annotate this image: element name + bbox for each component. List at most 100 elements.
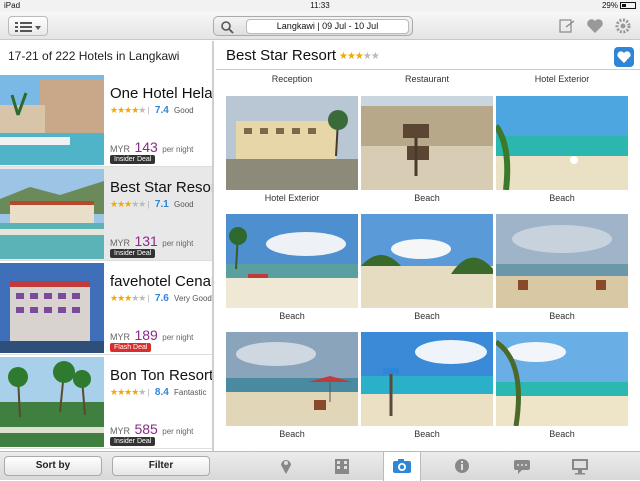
gallery-photo[interactable]: Beach <box>361 96 493 214</box>
photo-caption: Hotel Exterior <box>264 193 320 203</box>
price-currency: MYR <box>110 238 130 248</box>
gallery-top-captions: Reception Restaurant Hotel Exterior <box>216 74 640 88</box>
reviews-icon[interactable] <box>512 457 532 475</box>
price-per: per night <box>162 333 194 342</box>
hotel-list-item[interactable]: One Hotel Helang ★★★★★ | 7.4 Good MYR 14… <box>0 73 213 167</box>
results-panel: 17-21 of 222 Hotels in Langkawi One Hote… <box>0 41 214 451</box>
photo-image <box>361 96 493 190</box>
photo-image <box>226 332 358 426</box>
gallery-photo[interactable]: Beach <box>226 214 358 332</box>
search-icon[interactable] <box>220 20 234 34</box>
photo-caption: Beach <box>414 311 440 321</box>
gallery-photo[interactable]: Hotel Exterior <box>226 96 358 214</box>
settings-icon[interactable] <box>614 18 632 34</box>
building-icon[interactable] <box>332 457 352 475</box>
gallery-photo[interactable]: Beach <box>226 332 358 450</box>
review-score-text: Fantastic <box>174 388 207 397</box>
deal-badge: Insider Deal <box>110 249 156 258</box>
photo-image <box>226 96 358 190</box>
hotel-name: favehotel Cenang <box>110 273 212 290</box>
photo-caption: Beach <box>279 311 305 321</box>
review-score-text: Very Good <box>174 294 212 303</box>
sort-by-button[interactable]: Sort by <box>4 456 102 476</box>
hotel-list-item[interactable]: favehotel Cenang ★★★★★ | 7.6 Very Good M… <box>0 261 212 355</box>
gallery-photo[interactable]: Beach <box>361 332 493 450</box>
star-rating: ★★★★★ <box>110 387 146 397</box>
photo-image <box>361 332 493 426</box>
star-rating: ★★★★★ <box>110 199 146 209</box>
hotel-thumbnail <box>0 357 104 447</box>
hotel-rating: ★★★★★ | 8.4 Fantastic <box>110 387 207 398</box>
gallery-photo[interactable]: Beach <box>496 214 628 332</box>
hotel-list-item[interactable]: Bon Ton Resort ★★★★★ | 8.4 Fantastic MYR… <box>0 355 214 449</box>
hotel-rating: ★★★★★ | 7.6 Very Good <box>110 293 212 304</box>
review-score-text: Good <box>174 200 194 209</box>
price-amount: 143 <box>134 139 158 155</box>
deal-label: Flash Deal <box>114 344 148 351</box>
add-favorite-button[interactable] <box>614 47 634 67</box>
price-amount: 585 <box>134 421 158 437</box>
gallery-photo[interactable]: Beach <box>496 332 628 450</box>
deal-label: Insider Deal <box>114 438 152 445</box>
hotel-name: One Hotel Helang <box>110 85 213 102</box>
review-score-text: Good <box>174 106 194 115</box>
results-count: 17-21 of 222 Hotels in Langkawi <box>8 49 180 63</box>
deal-label: Insider Deal <box>114 250 152 257</box>
price-amount: 189 <box>134 327 158 343</box>
price-per: per night <box>162 427 194 436</box>
filter-button[interactable]: Filter <box>112 456 210 476</box>
gallery-photo[interactable]: Beach <box>496 96 628 214</box>
price-amount: 131 <box>134 233 158 249</box>
deal-label: Insider Deal <box>114 156 152 163</box>
photo-image <box>496 96 628 190</box>
camera-icon[interactable] <box>392 457 412 475</box>
menu-button[interactable] <box>8 16 48 36</box>
price-per: per night <box>162 145 194 154</box>
photo-image <box>496 332 628 426</box>
photo-caption: Beach <box>414 193 440 203</box>
review-score: 7.1 <box>154 199 169 210</box>
hotel-detail-panel: Best Star Resort ★★★★★ Reception Restaur… <box>216 41 640 451</box>
search-bar[interactable]: Langkawi | 09 Jul - 10 Jul <box>213 16 413 36</box>
photo-caption: Beach <box>414 429 440 439</box>
review-score: 7.4 <box>154 105 169 116</box>
price-per: per night <box>162 239 194 248</box>
menu-icon <box>15 22 41 32</box>
price-currency: MYR <box>110 426 130 436</box>
deal-badge: Insider Deal <box>110 155 156 164</box>
photo-caption: Hotel Exterior <box>534 74 590 84</box>
deal-badge: Flash Deal <box>110 343 152 352</box>
star-rating: ★★★★★ <box>110 105 146 115</box>
detail-star-rating: ★★★★★ <box>339 51 380 62</box>
heart-icon[interactable] <box>586 18 604 34</box>
gallery-photo[interactable]: Beach <box>361 214 493 332</box>
top-navbar: Langkawi | 09 Jul - 10 Jul <box>0 12 640 40</box>
price-currency: MYR <box>110 332 130 342</box>
photo-caption: Beach <box>549 311 575 321</box>
review-score: 7.6 <box>154 293 169 304</box>
bottom-toolbar: Sort by Filter <box>0 451 640 481</box>
clock: 11:33 <box>310 1 330 10</box>
photo-image <box>226 214 358 308</box>
photo-caption: Reception <box>271 74 313 84</box>
status-bar: iPad 11:33 29% <box>0 0 640 12</box>
hotel-thumbnail <box>0 75 104 165</box>
search-field[interactable]: Langkawi | 09 Jul - 10 Jul <box>246 19 409 34</box>
star-rating: ★★★★★ <box>110 293 146 303</box>
hotel-thumbnail <box>0 263 104 353</box>
photo-caption: Beach <box>549 429 575 439</box>
review-score: 8.4 <box>154 387 169 398</box>
price-currency: MYR <box>110 144 130 154</box>
heart-plus-icon <box>617 51 632 63</box>
hotel-list-item[interactable]: Best Star Resort ★★★★★ | 7.1 Good MYR 13… <box>0 167 214 261</box>
monitor-icon[interactable] <box>570 457 590 475</box>
photo-caption: Beach <box>279 429 305 439</box>
info-icon[interactable] <box>452 457 472 475</box>
compare-icon[interactable] <box>558 18 576 34</box>
battery-icon <box>620 2 636 9</box>
deal-badge: Insider Deal <box>110 437 156 446</box>
hotel-name: Best Star Resort <box>110 179 214 196</box>
map-pin-icon[interactable] <box>276 457 296 475</box>
hotel-name: Bon Ton Resort <box>110 367 214 384</box>
hotel-rating: ★★★★★ | 7.4 Good <box>110 105 194 116</box>
